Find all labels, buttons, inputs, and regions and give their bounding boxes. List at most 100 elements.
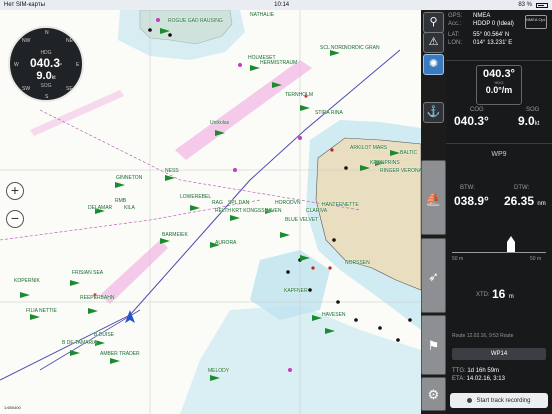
- ship-label[interactable]: STIRA RINA: [315, 110, 343, 116]
- clock: 10:14: [274, 2, 290, 8]
- waypoint-title[interactable]: WP9: [446, 151, 552, 158]
- acc-value: HDOP 0 (Ideal): [473, 21, 514, 27]
- battery-icon: [536, 2, 548, 8]
- ship-label[interactable]: BALTIC: [400, 150, 417, 156]
- ship-label[interactable]: KILA: [124, 205, 135, 211]
- ship-label[interactable]: B DE TAMARIA: [62, 340, 97, 346]
- ship-label[interactable]: ROGUE GAD RAUSING: [168, 18, 223, 24]
- ship-label[interactable]: RINGER VERONA: [380, 168, 422, 174]
- ship-label[interactable]: SPL DAN: [228, 200, 249, 206]
- lat-row: LAT: 55° 00.564' N: [448, 31, 550, 39]
- ship-label[interactable]: B DUISE: [94, 332, 114, 338]
- lon-key: LON:: [448, 40, 463, 46]
- ship-label[interactable]: DELAMAR: [88, 205, 112, 211]
- eta-value: 14.02.16, 3:13: [466, 376, 505, 382]
- ship-label[interactable]: ARKILOT MARS: [350, 145, 387, 151]
- route-label: Route 12.02.16, 9:53 Route: [452, 333, 514, 339]
- shallow-south: [180, 305, 421, 414]
- gps-key: GPS:: [448, 13, 463, 19]
- ship-label[interactable]: RMB: [115, 198, 126, 204]
- navigation-panel: GPS: NMEA Acc.: HDOP 0 (Ideal) LAT: 55° 00.…: [446, 10, 552, 414]
- ship-label[interactable]: GINNETON: [116, 175, 142, 181]
- cog-label: COG: [470, 107, 484, 113]
- sailboat-icon[interactable]: ⛵: [421, 160, 446, 235]
- ship-label[interactable]: LOWEREBEL: [180, 194, 211, 200]
- ship-label[interactable]: MELODY: [208, 368, 229, 374]
- ship-label[interactable]: RAG: [212, 200, 223, 206]
- ttg-row: TTG: 1d 16h 59m: [452, 367, 505, 375]
- boat-icon: [507, 236, 515, 252]
- ship-label[interactable]: KOPERNIK: [14, 278, 40, 284]
- wheel-icon[interactable]: ✺: [423, 54, 444, 75]
- warning-icon[interactable]: ⚠: [423, 32, 444, 53]
- anchor-icon[interactable]: ⚓: [423, 102, 444, 123]
- ship-label[interactable]: NATHALIE: [250, 12, 274, 18]
- ttg-value: 1d 16h 59m: [467, 368, 500, 374]
- ship-label[interactable]: RELTH: [215, 208, 231, 214]
- nautical-chart[interactable]: ROGUE GAD RAUSING NATHALIE SCL NORD NORD…: [0, 10, 446, 414]
- eta-key: ETA:: [452, 376, 465, 382]
- ship-label[interactable]: NORSSEN: [345, 260, 370, 266]
- carrier-label: Нет SIM-карты: [4, 2, 45, 8]
- xtd-value: 16 m: [492, 287, 514, 301]
- xtd-number: 16: [492, 287, 506, 301]
- compass-cardinal: N: [45, 30, 49, 36]
- eta-row: ETA: 14.02.16, 3:13: [452, 375, 505, 383]
- lat-key: LAT:: [448, 32, 460, 38]
- ship-label[interactable]: FILIA NETTIE: [26, 308, 57, 314]
- dtw-value: 26.35 nm: [504, 194, 546, 208]
- ship-label[interactable]: HOLMESET: [248, 55, 276, 61]
- cog-value: 040.3°: [454, 114, 489, 128]
- ship-label[interactable]: FRISIAN SEA: [72, 270, 103, 276]
- next-waypoint-button[interactable]: WP14: [452, 348, 546, 360]
- ship-label[interactable]: HANTEENETTE: [322, 202, 359, 208]
- settings-icon[interactable]: ⚙: [421, 377, 446, 411]
- ship-label[interactable]: AURORA: [215, 240, 236, 246]
- ship-label[interactable]: AMBER TRADER: [100, 351, 140, 357]
- ship-label[interactable]: BLUE VELVET: [285, 217, 318, 223]
- lat-value: 55° 00.564' N: [473, 32, 510, 38]
- dtw-number: 26.35: [504, 194, 535, 208]
- start-track-recording-button[interactable]: Start track recording: [450, 393, 548, 408]
- divider: [446, 143, 552, 144]
- ship-label[interactable]: NORDIC GRAN: [344, 45, 380, 51]
- compass-hdg-value: 040.3°: [10, 56, 82, 70]
- battery-percent: 83 %: [518, 2, 532, 8]
- track-button-label: Start track recording: [476, 397, 531, 404]
- lon-value: 014° 13.231' E: [473, 40, 513, 46]
- compass-tab-icon[interactable]: ➶: [421, 238, 446, 313]
- nmea-options-button[interactable]: NMEA Opt.: [525, 15, 547, 29]
- ship-label[interactable]: HAVESEN: [322, 312, 346, 318]
- sailor-icon[interactable]: ⚑: [421, 315, 446, 375]
- side-toolbar: ⚲ ⚠ ✺ ⚓ ⛵ ➶ ⚑ ⚙: [421, 10, 446, 414]
- ship-label[interactable]: BARMEIEK: [162, 232, 188, 238]
- compass-sog-number: 9.0: [36, 70, 52, 82]
- compass-widget[interactable]: N NE E SE S SW W NW HDG 040.3° 9.0kt SOG: [8, 26, 84, 102]
- ship-label[interactable]: KRONPRINS: [370, 160, 400, 166]
- ship-label[interactable]: NESS: [165, 168, 179, 174]
- ship-label[interactable]: HORODVN: [275, 200, 301, 206]
- ship-label[interactable]: SCL NORD: [320, 45, 346, 51]
- ship-label[interactable]: CLARIVA: [306, 208, 327, 214]
- zoom-in-button[interactable]: +: [6, 182, 24, 200]
- compass-sog-label: SOG: [40, 83, 52, 89]
- dtw-unit: nm: [537, 201, 546, 207]
- compass-cardinal: NE: [66, 38, 73, 44]
- ship-label[interactable]: KRT KONGSSHAVEN: [232, 208, 281, 214]
- xte-right-label: 50 m: [530, 256, 542, 262]
- zoom-out-button[interactable]: −: [6, 210, 24, 228]
- ship-label[interactable]: Unikolas: [210, 120, 229, 126]
- status-bar: Нет SIM-карты 10:14 83 %: [0, 0, 552, 10]
- compass-cardinal: NW: [22, 38, 31, 44]
- sog-number: 9.0: [518, 114, 535, 128]
- traffic-lane-1: [175, 60, 312, 160]
- ship-label[interactable]: TERNHOLM: [285, 92, 313, 98]
- ship-label[interactable]: REEPERBAHN: [80, 295, 114, 301]
- xtd-label: XTD:: [476, 292, 490, 298]
- xte-left-label: 50 m: [452, 256, 464, 262]
- sog-value: 9.0kt: [518, 114, 539, 128]
- route-icon[interactable]: ⚲: [423, 12, 444, 33]
- record-icon: [467, 398, 473, 403]
- battery-group: 83 %: [518, 2, 548, 8]
- ship-label[interactable]: KAPFNER: [284, 288, 308, 294]
